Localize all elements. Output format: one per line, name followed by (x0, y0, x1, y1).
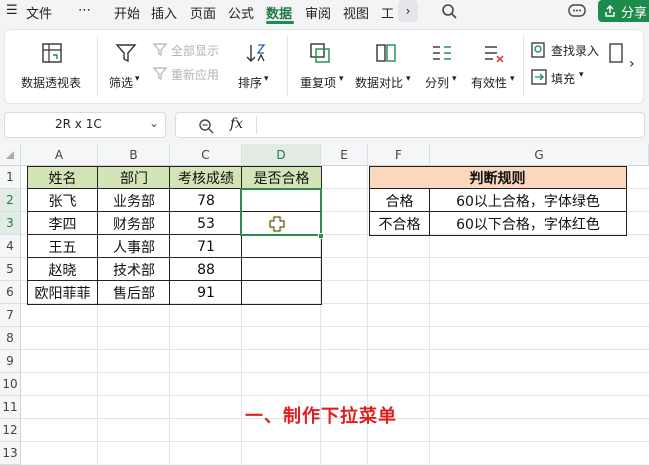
row-header-3[interactable]: 3 (0, 212, 21, 235)
chat-icon[interactable] (568, 3, 586, 19)
menu-file[interactable]: 文件 (26, 3, 52, 22)
chevron-down-icon[interactable]: ▾ (406, 74, 411, 84)
gridline (21, 372, 649, 373)
find-entry-button[interactable]: 查找录入 (551, 42, 599, 59)
formula-bar[interactable]: fx (175, 112, 645, 138)
reapply-icon (153, 67, 167, 80)
chevron-down-icon[interactable]: ▾ (339, 74, 344, 84)
gridline (21, 326, 649, 327)
reapply-button[interactable]: 重新应用 (171, 66, 219, 83)
chevron-right-icon[interactable]: › (398, 0, 418, 22)
formula-divider (256, 116, 257, 134)
pivot-table-icon (42, 43, 62, 63)
fill-handle[interactable] (318, 233, 324, 239)
row-header-9[interactable]: 9 (0, 350, 21, 373)
row-header-2[interactable]: 2 (0, 189, 21, 212)
select-all-corner[interactable] (0, 144, 21, 166)
row-header-1[interactable]: 1 (0, 166, 21, 189)
gridline (21, 441, 649, 442)
tab-view[interactable]: 视图 (343, 3, 369, 22)
row-header-13[interactable]: 13 (0, 442, 21, 465)
row-header-10[interactable]: 10 (0, 373, 21, 396)
validity-button[interactable]: 有效性 (471, 74, 507, 91)
row-header-11[interactable]: 11 (0, 396, 21, 419)
ribbon-separator (287, 36, 288, 96)
chevron-down-icon[interactable]: ▾ (264, 74, 269, 84)
row-header-5[interactable]: 5 (0, 258, 21, 281)
step-caption: 一、制作下拉菜单 (245, 406, 397, 427)
show-all-button[interactable]: 全部显示 (171, 42, 219, 59)
rules-border (369, 188, 627, 189)
validity-icon (485, 46, 504, 63)
table-border (27, 257, 322, 258)
table-border (27, 280, 322, 281)
tab-review[interactable]: 审阅 (305, 3, 331, 22)
split-column-icon (433, 46, 451, 60)
find-entry-icon (531, 42, 545, 58)
ribbon-scroll-right-icon[interactable]: › (629, 56, 635, 72)
tab-insert[interactable]: 插入 (151, 3, 177, 22)
search-icon[interactable] (441, 3, 457, 19)
column-header-f[interactable]: F (368, 144, 430, 166)
menu-bar: ☰ 文件 ⋯ 开始 插入 页面 公式 数据 审阅 视图 工 › 分享 (0, 0, 649, 24)
corner-triangle-icon (6, 150, 14, 159)
column-header-e[interactable]: E (321, 144, 368, 166)
name-box[interactable]: 2R x 1C ⌄ (4, 112, 166, 138)
cursor-cross-icon (268, 215, 286, 233)
tab-data[interactable]: 数据 (266, 3, 292, 22)
rules-border (429, 188, 430, 236)
active-tab-indicator (266, 21, 294, 24)
ribbon-toolbar: 数据透视表 筛选 ▾ 全部显示 重新应用 排序 ▾ 重复项 ▾ 数据对比 ▾ 分… (4, 29, 644, 104)
filter-icon (115, 44, 137, 63)
chevron-down-icon[interactable]: ▾ (452, 74, 457, 84)
chevron-down-icon[interactable]: ▾ (135, 74, 140, 84)
menu-more[interactable]: ⋯ (78, 3, 91, 18)
tab-formula[interactable]: 公式 (228, 3, 254, 22)
share-label: 分享 (621, 5, 648, 21)
table-border (97, 166, 98, 305)
column-header-b[interactable]: B (98, 144, 170, 166)
duplicates-button[interactable]: 重复项 (300, 74, 336, 91)
row-header-12[interactable]: 12 (0, 419, 21, 442)
column-header-c[interactable]: C (170, 144, 242, 166)
rules-border (369, 166, 627, 236)
sort-button[interactable]: 排序 (238, 74, 262, 91)
tab-tools[interactable]: 工 (381, 3, 394, 22)
zoom-icon[interactable] (198, 118, 214, 134)
share-button[interactable]: 分享 (598, 0, 649, 22)
show-all-icon (153, 43, 167, 56)
sort-icon (246, 44, 266, 62)
gridline (21, 395, 649, 396)
tab-start[interactable]: 开始 (114, 3, 140, 22)
ribbon-separator (523, 36, 524, 96)
rules-border (369, 211, 627, 212)
row-header-7[interactable]: 7 (0, 304, 21, 327)
row-header-8[interactable]: 8 (0, 327, 21, 350)
tab-page[interactable]: 页面 (190, 3, 216, 22)
chevron-down-icon[interactable]: ▾ (579, 70, 584, 80)
fill-icon (531, 69, 547, 85)
chevron-down-icon[interactable]: ⌄ (149, 116, 159, 130)
share-icon (605, 4, 615, 17)
more-tools-icon[interactable] (609, 42, 623, 64)
row-header-4[interactable]: 4 (0, 235, 21, 258)
split-button[interactable]: 分列 (425, 74, 449, 91)
fill-button[interactable]: 填充 (551, 70, 575, 87)
ribbon-separator (97, 36, 98, 96)
column-header-d[interactable]: D (242, 144, 321, 166)
filter-button[interactable]: 筛选 (109, 74, 133, 91)
column-header-g[interactable]: G (430, 144, 649, 166)
fx-icon[interactable]: fx (230, 116, 243, 132)
menu-icon[interactable]: ☰ (6, 3, 18, 18)
compare-icon (376, 44, 396, 62)
column-header-a[interactable]: A (21, 144, 98, 166)
row-header-6[interactable]: 6 (0, 281, 21, 304)
chevron-down-icon[interactable]: ▾ (510, 74, 515, 84)
gridline (21, 349, 649, 350)
compare-button[interactable]: 数据对比 (355, 74, 403, 91)
pivot-table-button[interactable]: 数据透视表 (21, 74, 81, 91)
table-border (169, 166, 170, 305)
duplicates-icon (310, 43, 330, 63)
name-box-value: 2R x 1C (55, 117, 102, 131)
